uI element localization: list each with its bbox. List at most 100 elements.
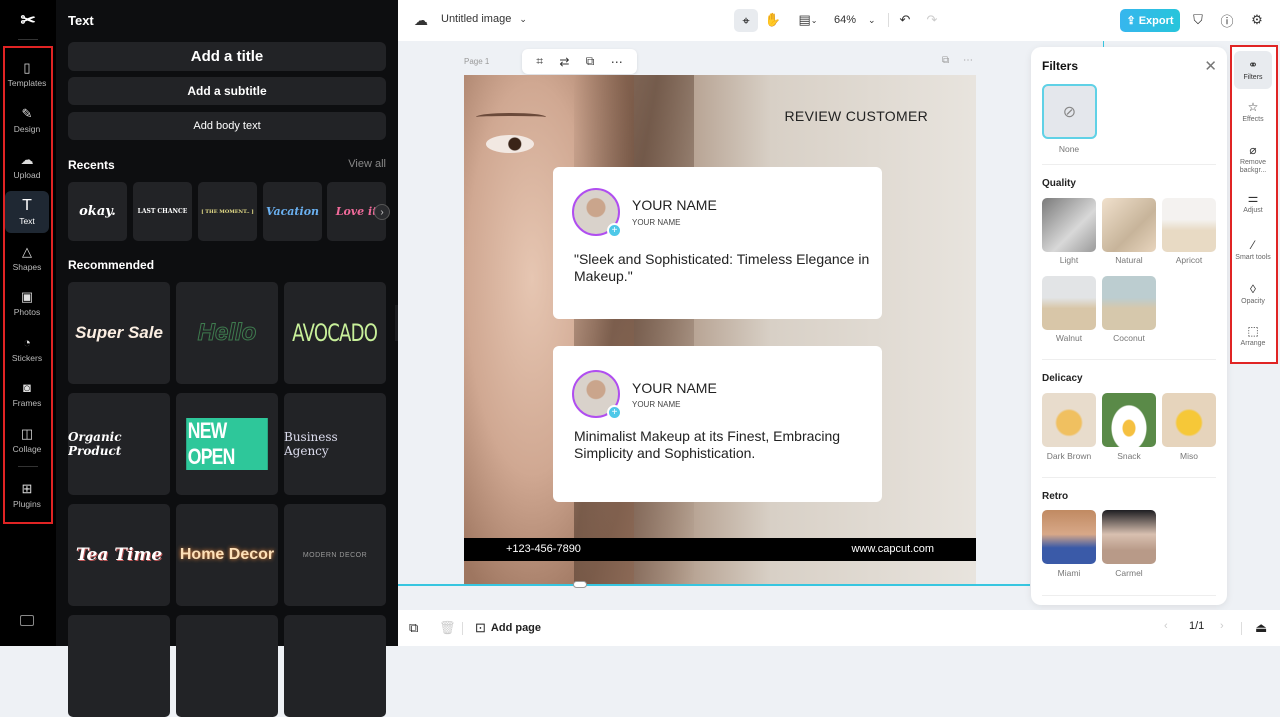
next-page-icon[interactable]: › xyxy=(1220,620,1224,632)
recommended-text-style[interactable]: AVOCADO xyxy=(284,282,386,384)
eyebrow xyxy=(476,113,546,121)
arrange-icon: ⬚ xyxy=(1247,323,1259,338)
zoom-dropdown[interactable]: 64% ⌄ xyxy=(834,14,876,26)
tool-adjust[interactable]: ⚌ Adjust xyxy=(1234,184,1272,222)
filter-none[interactable]: ⊘ xyxy=(1042,84,1097,139)
undo-icon[interactable]: ↶ xyxy=(897,12,913,28)
recommended-text-style[interactable]: Hello xyxy=(176,282,278,384)
recommended-text-style[interactable]: Home Decor xyxy=(176,504,278,606)
cloud-sync-icon[interactable]: ☁ xyxy=(414,12,428,29)
prev-page-icon[interactable]: ‹ xyxy=(1164,620,1168,632)
close-icon[interactable]: ✕ xyxy=(1204,57,1217,75)
help-icon[interactable]: ⓘ xyxy=(1219,12,1235,29)
rail-item-upload[interactable]: ☁ Upload xyxy=(5,145,49,187)
filter-carmel[interactable] xyxy=(1102,510,1156,564)
add-title-button[interactable]: Add a title xyxy=(68,42,386,71)
rail-item-text[interactable]: T Text xyxy=(5,191,49,233)
duplicate-icon[interactable]: ⧉ xyxy=(586,54,595,69)
replace-icon[interactable]: ⇄ xyxy=(559,55,569,69)
recommended-text-style[interactable] xyxy=(68,615,170,717)
recents-next-button[interactable]: › xyxy=(374,204,390,220)
add-page-button[interactable]: ⊡ Add page xyxy=(475,620,541,636)
recent-text-style[interactable]: okay. xyxy=(68,182,127,241)
recommended-text-style[interactable]: MODERN DECOR xyxy=(284,504,386,606)
chevron-down-icon: ⌄ xyxy=(519,13,527,24)
tool-opacity[interactable]: ◊ Opacity xyxy=(1234,275,1272,313)
avatar: + xyxy=(572,188,622,238)
reviewer-subname: YOUR NAME xyxy=(632,400,681,409)
duplicate-page-icon[interactable]: ⧉ xyxy=(409,620,418,636)
chevron-down-icon: ⌄ xyxy=(868,14,876,25)
recent-text-style[interactable]: LAST CHANCE xyxy=(133,182,192,241)
recommended-text-style[interactable]: NEW OPEN xyxy=(176,393,278,495)
redo-icon[interactable]: ↷ xyxy=(924,12,940,28)
add-subtitle-button[interactable]: Add a subtitle xyxy=(68,77,386,105)
recent-text-style[interactable]: Vacation xyxy=(263,182,322,241)
filters-panel: Filters ✕ ⊘ None Quality Light Natural A… xyxy=(1031,47,1227,605)
tool-arrange[interactable]: ⬚ Arrange xyxy=(1234,317,1272,355)
filter-miami[interactable] xyxy=(1042,510,1096,564)
recommended-text-style[interactable]: Business Agency xyxy=(284,393,386,495)
bottom-bar: ⧉ 🗑︎ ⊡ Add page ‹ 1/1 › ⏏ xyxy=(398,610,1280,646)
recommended-heading: Recommended xyxy=(68,258,155,272)
crop-icon[interactable]: ⌗ xyxy=(536,54,543,69)
filter-dark-brown[interactable] xyxy=(1042,393,1096,447)
rail-item-collage[interactable]: ◫ Collage xyxy=(5,419,49,461)
frames-icon: ◙ xyxy=(23,379,31,395)
capcut-logo-icon[interactable]: ✂ xyxy=(16,10,40,30)
add-body-text-button[interactable]: Add body text xyxy=(68,112,386,140)
recent-text-style[interactable]: [ THE MOMENT.. ] xyxy=(198,182,257,241)
tool-remove-background[interactable]: ⌀ Remove backgr... xyxy=(1234,137,1272,181)
filter-coconut[interactable] xyxy=(1102,276,1156,330)
rail-item-shapes[interactable]: △ Shapes xyxy=(5,237,49,279)
view-all-link[interactable]: View all xyxy=(348,158,386,170)
hand-tool-icon[interactable]: ✋ xyxy=(765,12,781,28)
recommended-text-style[interactable]: Organic Product xyxy=(68,393,170,495)
divider xyxy=(1042,164,1216,165)
shield-icon[interactable]: ⛉ xyxy=(1190,12,1206,28)
rail-item-frames[interactable]: ◙ Frames xyxy=(5,373,49,415)
recommended-text-style[interactable] xyxy=(176,615,278,717)
tool-effects[interactable]: ☆ Effects xyxy=(1234,93,1272,131)
recommended-text-style[interactable] xyxy=(284,615,386,717)
reviewer-name: YOUR NAME xyxy=(632,197,717,213)
effects-icon: ☆ xyxy=(1247,99,1259,114)
filter-walnut[interactable] xyxy=(1042,276,1096,330)
document-title[interactable]: Untitled image ⌄ xyxy=(441,13,527,25)
filter-apricot[interactable] xyxy=(1162,198,1216,252)
select-tool-button[interactable]: ⌖ xyxy=(734,9,758,32)
layers-icon[interactable]: ⏏ xyxy=(1255,620,1267,636)
rail-item-photos[interactable]: ▣ Photos xyxy=(5,282,49,324)
design-page[interactable]: REVIEW CUSTOMER + YOUR NAME YOUR NAME "S… xyxy=(464,75,976,585)
rail-item-templates[interactable]: ▯ Templates xyxy=(5,53,49,95)
section-delicacy: Delicacy xyxy=(1042,373,1083,384)
resize-handle[interactable] xyxy=(573,581,587,588)
rail-item-stickers[interactable]: ◔ Stickers xyxy=(5,328,49,370)
divider xyxy=(1042,595,1216,596)
review-card[interactable]: + YOUR NAME YOUR NAME "Sleek and Sophist… xyxy=(553,167,882,319)
recommended-text-style[interactable]: Tea Time xyxy=(68,504,170,606)
filter-label: Light xyxy=(1059,255,1079,265)
filter-miso[interactable] xyxy=(1162,393,1216,447)
export-button[interactable]: ⇪ Export xyxy=(1120,9,1180,32)
delete-icon[interactable]: 🗑︎ xyxy=(439,620,456,636)
rail-item-design[interactable]: ✎ Design xyxy=(5,99,49,141)
page-more-icon[interactable]: ⋯ xyxy=(963,55,973,66)
duplicate-page-icon[interactable]: ⧉ xyxy=(942,55,949,66)
settings-icon[interactable]: ⚙ xyxy=(1249,12,1265,28)
divider xyxy=(1042,359,1216,360)
layout-icon[interactable]: ▤ ⌄ xyxy=(795,12,821,28)
filter-light[interactable] xyxy=(1042,198,1096,252)
review-card[interactable]: + YOUR NAME YOUR NAME Minimalist Makeup … xyxy=(553,346,882,502)
design-icon: ✎ xyxy=(21,105,33,121)
recommended-text-style[interactable]: Super Sale xyxy=(68,282,170,384)
filter-snack[interactable] xyxy=(1102,393,1156,447)
review-heading[interactable]: REVIEW CUSTOMER xyxy=(785,108,928,124)
rail-item-plugins[interactable]: ⊞ Plugins xyxy=(5,474,49,516)
more-icon[interactable]: ⋯ xyxy=(611,55,623,69)
filter-natural[interactable] xyxy=(1102,198,1156,252)
tool-smart-tools[interactable]: ⁄ Smart tools xyxy=(1234,228,1272,272)
tool-filters[interactable]: ⚭ Filters xyxy=(1234,51,1272,89)
keyboard-shortcuts-icon[interactable] xyxy=(20,615,34,626)
contact-footer: +123-456-7890 www.capcut.com xyxy=(464,538,976,561)
